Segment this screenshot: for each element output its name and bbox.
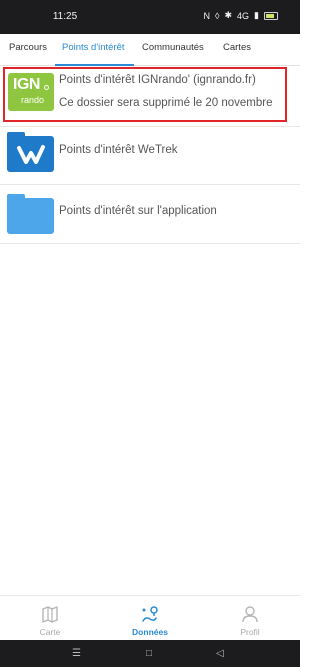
wetrek-logo-mark — [17, 145, 45, 164]
tab-label: Cartes — [223, 42, 251, 53]
nav-donnees[interactable]: Données — [100, 596, 200, 641]
tab-label: Parcours — [9, 42, 48, 53]
profile-icon — [242, 606, 258, 623]
highlight-box — [3, 67, 287, 122]
home-icon[interactable]: □ — [146, 648, 152, 659]
tab-points-interet[interactable]: Points d'intérêt — [62, 34, 125, 66]
system-nav-bar: ☰ □ ◁ — [0, 640, 300, 667]
divider — [0, 243, 300, 244]
tab-label: Points d'intérêt — [62, 42, 125, 53]
network-type: 4G — [237, 10, 250, 21]
nfc-icon: N — [203, 10, 211, 21]
tab-cartes[interactable]: Cartes — [223, 34, 251, 66]
nav-label: Données — [132, 627, 168, 637]
battery-icon — [264, 11, 278, 20]
status-bar: 11:25 N ◊ ✱ 4G ▮ — [0, 0, 300, 34]
back-icon[interactable]: ◁ — [216, 648, 224, 659]
bluetooth-icon: ✱ — [224, 10, 233, 20]
folder-title: Points d'intérêt WeTrek — [59, 144, 178, 156]
tab-communautes[interactable]: Communautés — [142, 34, 204, 66]
folder-icon — [7, 194, 54, 234]
vibrate-icon: ◊ — [215, 10, 220, 21]
signal-icon: ▮ — [254, 10, 259, 20]
tab-parcours[interactable]: Parcours — [9, 34, 47, 66]
nav-profil[interactable]: Profil — [200, 596, 300, 641]
tab-label: Communautés — [142, 42, 204, 53]
nav-label: Carte — [39, 627, 61, 637]
wetrek-folder-icon — [7, 132, 54, 172]
menu-icon[interactable]: ☰ — [72, 648, 81, 659]
tab-bar: Parcours Points d'intérêt Communautés Ca… — [0, 34, 300, 66]
bottom-nav: Carte Données Profil — [0, 595, 300, 640]
nav-carte[interactable]: Carte — [0, 596, 100, 641]
nav-label: Profil — [240, 627, 260, 637]
data-route-icon — [142, 606, 158, 622]
status-time: 11:25 — [52, 11, 78, 22]
status-icons: N ◊ ✱ 4G ▮ — [204, 10, 278, 21]
folder-title: Points d'intérêt sur l'application — [59, 205, 217, 217]
map-icon — [42, 606, 58, 623]
